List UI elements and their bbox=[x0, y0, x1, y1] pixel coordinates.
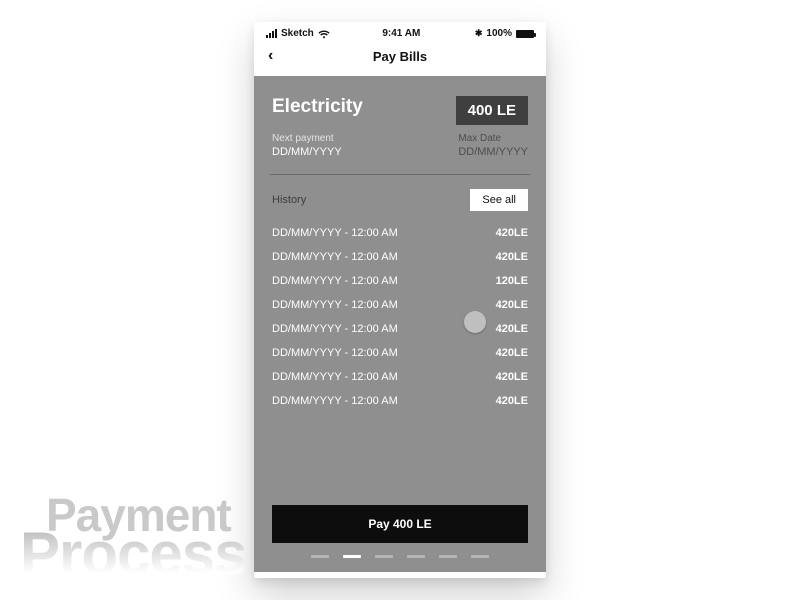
page-indicator bbox=[272, 555, 528, 558]
divider bbox=[270, 174, 530, 175]
pay-button[interactable]: Pay 400 LE bbox=[272, 505, 528, 543]
history-label: History bbox=[272, 194, 306, 206]
signal-icon bbox=[266, 29, 277, 38]
amount-badge: 400 LE bbox=[456, 96, 528, 125]
page-dot[interactable] bbox=[343, 555, 361, 558]
carrier-label: Sketch bbox=[281, 28, 314, 39]
max-date-value: DD/MM/YYYY bbox=[458, 146, 528, 158]
bill-title: Electricity bbox=[272, 96, 363, 118]
back-button[interactable]: ‹ bbox=[268, 47, 273, 65]
history-row: DD/MM/YYYY - 12:00 AM420LE bbox=[272, 317, 528, 341]
scroll-knob[interactable] bbox=[464, 311, 486, 333]
max-date-label: Max Date bbox=[458, 133, 528, 144]
see-all-button[interactable]: See all bbox=[470, 189, 528, 211]
history-list[interactable]: DD/MM/YYYY - 12:00 AM420LE DD/MM/YYYY - … bbox=[272, 221, 528, 495]
history-row: DD/MM/YYYY - 12:00 AM420LE bbox=[272, 245, 528, 269]
status-time: 9:41 AM bbox=[382, 28, 420, 39]
page-dot[interactable] bbox=[311, 555, 329, 558]
page-dot[interactable] bbox=[471, 555, 489, 558]
history-row: DD/MM/YYYY - 12:00 AM420LE bbox=[272, 341, 528, 365]
next-payment-value: DD/MM/YYYY bbox=[272, 146, 342, 158]
battery-percent: 100% bbox=[486, 28, 512, 39]
history-row: DD/MM/YYYY - 12:00 AM420LE bbox=[272, 293, 528, 317]
status-bar: Sketch 9:41 AM ✱ 100% bbox=[254, 22, 546, 41]
history-row: DD/MM/YYYY - 12:00 AM120LE bbox=[272, 269, 528, 293]
page-title: Pay Bills bbox=[373, 49, 427, 64]
history-row: DD/MM/YYYY - 12:00 AM420LE bbox=[272, 365, 528, 389]
bill-panel: Electricity 400 LE Next payment DD/MM/YY… bbox=[254, 76, 546, 572]
bluetooth-icon: ✱ bbox=[475, 28, 483, 39]
background-wordmark: Payment Process bbox=[46, 497, 247, 578]
battery-icon bbox=[516, 30, 534, 38]
history-row: DD/MM/YYYY - 12:00 AM420LE bbox=[272, 389, 528, 413]
nav-bar: ‹ Pay Bills bbox=[254, 41, 546, 76]
page-dot[interactable] bbox=[439, 555, 457, 558]
page-dot[interactable] bbox=[375, 555, 393, 558]
phone-frame: Sketch 9:41 AM ✱ 100% ‹ Pay Bills Electr… bbox=[254, 22, 546, 578]
next-payment-label: Next payment bbox=[272, 133, 342, 144]
wifi-icon bbox=[318, 30, 328, 38]
page-dot[interactable] bbox=[407, 555, 425, 558]
history-row: DD/MM/YYYY - 12:00 AM420LE bbox=[272, 221, 528, 245]
